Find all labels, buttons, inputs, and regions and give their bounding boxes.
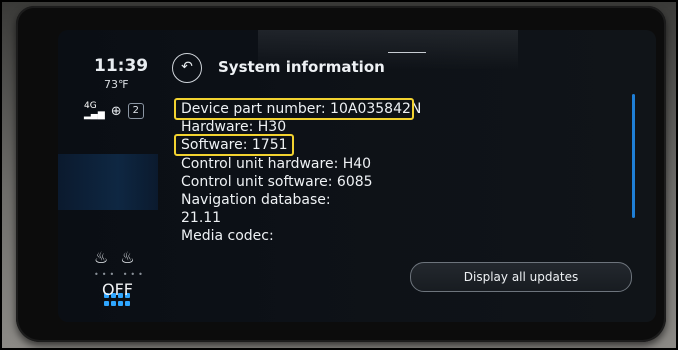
part-number-highlight [174,98,414,120]
media-codec: Media codec: [181,228,274,245]
connectivity-row: 4G ▂▄▆ ⊕ 2 [84,101,145,120]
navigation-database-value: 21.11 [181,210,222,227]
outside-temperature: 73℉ [104,78,129,91]
photo-frame: 11:39 73℉ 4G ▂▄▆ ⊕ 2 ♨ ♨ ••• ••• OFF ↶ S… [0,0,678,350]
pull-down-handle[interactable] [388,52,426,53]
control-unit-hardware: Control unit hardware: H40 [181,155,372,172]
globe-icon: ⊕ [110,103,122,119]
seat-heat-left-icon[interactable]: ♨ [94,248,108,267]
navigation-database-label: Navigation database: [181,192,331,209]
notification-count-badge[interactable]: 2 [127,103,145,119]
scrollbar[interactable] [632,94,635,218]
home-shortcut-area[interactable] [58,154,158,306]
seat-heat-right-icon[interactable]: ♨ [120,248,134,267]
display-bezel: 11:39 73℉ 4G ▂▄▆ ⊕ 2 ♨ ♨ ••• ••• OFF ↶ S… [16,6,666,342]
back-button[interactable]: ↶ [172,53,202,83]
software-highlight [174,134,294,156]
clock-time: 11:39 [94,56,149,76]
network-type-label: 4G [84,101,97,111]
back-arrow-icon: ↶ [181,59,193,75]
infotainment-screen: 11:39 73℉ 4G ▂▄▆ ⊕ 2 ♨ ♨ ••• ••• OFF ↶ S… [58,30,656,322]
seat-heat-level-dots: ••• ••• [94,270,146,279]
control-unit-software: Control unit software: 6085 [181,173,373,190]
display-all-updates-button[interactable]: Display all updates [410,262,632,292]
signal-icon: 4G ▂▄▆ [84,101,105,120]
system-info-list: Device part number: 10A035842N Hardware:… [181,100,421,246]
seat-heat-controls[interactable]: ♨ ♨ [94,248,135,267]
status-sidebar: 11:39 73℉ 4G ▂▄▆ ⊕ 2 ♨ ♨ ••• ••• OFF [58,30,158,322]
climate-status-label: OFF [102,280,133,299]
page-title: System information [218,58,385,76]
